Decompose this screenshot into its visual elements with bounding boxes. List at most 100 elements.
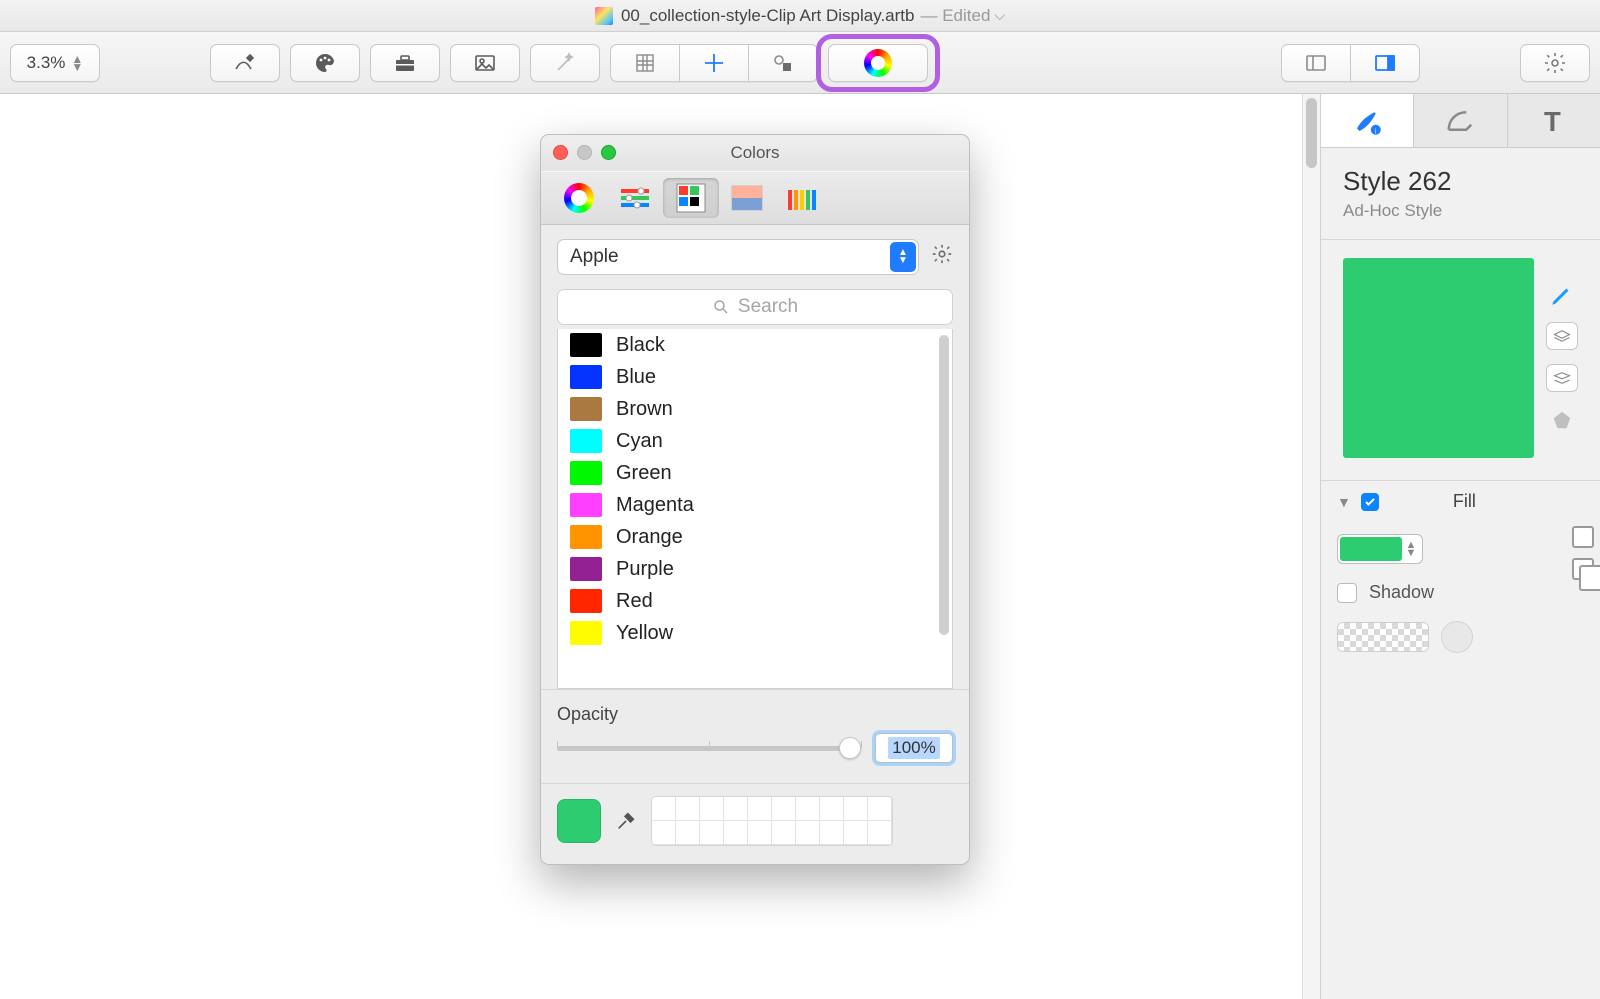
crosshair-button[interactable] (679, 44, 749, 82)
layers-button[interactable] (1546, 322, 1578, 350)
shadow-checkbox[interactable] (1337, 583, 1357, 603)
color-label: Blue (616, 366, 656, 389)
tab-stroke[interactable] (1414, 94, 1507, 147)
stepper-icon[interactable]: ▲▼ (1402, 541, 1420, 557)
image-icon (473, 51, 497, 75)
close-button[interactable] (553, 145, 568, 160)
color-list-item[interactable]: Blue (558, 361, 934, 393)
canvas-area[interactable]: Colors (0, 94, 1302, 999)
fill-color-well[interactable]: ▲▼ (1337, 534, 1423, 564)
pentagon-icon (1551, 409, 1573, 431)
right-panel-toggle[interactable] (1350, 44, 1420, 82)
document-icon (595, 7, 613, 25)
swatch-wells[interactable] (651, 796, 893, 846)
palette-tool-button[interactable] (290, 44, 360, 82)
minimize-button[interactable] (577, 145, 592, 160)
color-list[interactable]: Black Blue BrownCyanGreenMagentaOrangePurp… (557, 329, 953, 689)
document-title: 00_collection-style-Clip Art Display.art… (621, 6, 915, 26)
left-panel-toggle[interactable] (1281, 44, 1351, 82)
scrollbar-thumb[interactable] (939, 335, 949, 635)
svg-text:T: T (1544, 106, 1561, 136)
shape-indicator (1546, 406, 1578, 434)
palette-gear-button[interactable] (931, 243, 953, 271)
color-list-item[interactable]: Black (558, 329, 934, 361)
panel-right-icon (1373, 51, 1397, 75)
settings-button[interactable] (1520, 44, 1590, 82)
multi-object-icon[interactable] (1572, 558, 1594, 580)
color-list-item[interactable]: Orange (558, 521, 934, 553)
zoom-dropdown[interactable]: 3.3% ▲▼ (10, 44, 100, 82)
colors-panel[interactable]: Colors (540, 134, 970, 865)
color-wheel-icon (864, 49, 892, 77)
layers-icon (1553, 329, 1571, 343)
color-list-item[interactable]: Brown (558, 393, 934, 425)
color-tab-wheel[interactable] (551, 178, 607, 218)
stepper-icon: ▲▼ (71, 55, 83, 71)
fill-section-body: ▲▼ Shadow (1321, 522, 1600, 673)
zoom-value: 3.3% (27, 53, 66, 73)
maximize-button[interactable] (601, 145, 616, 160)
grid-icon (633, 51, 657, 75)
opacity-field[interactable]: 100% (875, 733, 953, 763)
color-swatch (570, 461, 602, 485)
tab-text[interactable]: T (1508, 94, 1600, 147)
color-wheel-icon (564, 183, 594, 213)
inspector-tabs: i T (1321, 94, 1600, 148)
color-list-item[interactable]: Magenta (558, 489, 934, 521)
color-tab-pencils[interactable] (775, 178, 831, 218)
color-tab-sliders[interactable] (607, 178, 663, 218)
color-swatch (570, 557, 602, 581)
colors-panel-footer (541, 783, 969, 864)
color-swatch (570, 365, 602, 389)
color-list-item[interactable]: Cyan (558, 425, 934, 457)
palette-select[interactable]: Apple ▲▼ (557, 239, 919, 275)
crosshair-icon (702, 51, 726, 75)
image-tool-button[interactable] (450, 44, 520, 82)
single-object-icon[interactable] (1572, 526, 1594, 548)
color-list-item[interactable]: Green (558, 457, 934, 489)
color-search-field[interactable]: Search (557, 289, 953, 325)
color-swatch (570, 589, 602, 613)
fill-color-swatch (1340, 537, 1402, 561)
magic-wand-button[interactable] (530, 44, 600, 82)
color-label: Red (616, 590, 653, 613)
color-list-item[interactable]: Purple (558, 553, 934, 585)
fill-section-header[interactable]: ▼ Fill (1321, 481, 1600, 522)
color-swatch (570, 493, 602, 517)
image-picker-icon (731, 185, 763, 211)
color-tab-palettes[interactable] (663, 178, 719, 218)
current-color-swatch[interactable] (557, 799, 601, 843)
search-placeholder: Search (738, 296, 798, 318)
workspace: Colors (0, 94, 1600, 999)
canvas-scrollbar[interactable] (1302, 94, 1320, 999)
angle-dial[interactable] (1441, 621, 1473, 653)
duplicate-button[interactable] (1546, 364, 1578, 392)
shapes-button[interactable] (748, 44, 818, 82)
draw-tool-button[interactable] (210, 44, 280, 82)
colors-panel-titlebar[interactable]: Colors (541, 135, 969, 171)
opacity-section: Opacity 100% (541, 689, 969, 783)
opacity-slider[interactable] (557, 737, 861, 759)
gear-icon (1543, 51, 1567, 75)
edit-pencil-button[interactable] (1549, 282, 1575, 308)
grid-button[interactable] (610, 44, 680, 82)
style-preview-row (1321, 240, 1600, 480)
tab-style-info[interactable]: i (1321, 94, 1414, 147)
colors-panel-title: Colors (730, 143, 779, 163)
edited-indicator: — Edited (920, 6, 990, 26)
palette-grid-icon (676, 183, 706, 213)
color-picker-button[interactable] (828, 44, 928, 82)
color-tab-image[interactable] (719, 178, 775, 218)
pencils-icon (786, 184, 820, 212)
slider-knob[interactable] (839, 737, 861, 759)
chevron-down-icon[interactable]: ⌵ (994, 7, 1005, 24)
color-swatch (570, 333, 602, 357)
fill-opacity-well[interactable] (1337, 622, 1429, 652)
window-titlebar: 00_collection-style-Clip Art Display.art… (0, 0, 1600, 32)
stroke-icon (1445, 106, 1475, 136)
toolbox-button[interactable] (370, 44, 440, 82)
color-list-item[interactable]: Yellow (558, 617, 934, 649)
scrollbar-thumb[interactable] (1306, 98, 1317, 168)
eyedropper-button[interactable] (615, 810, 637, 832)
color-list-item[interactable]: Red (558, 585, 934, 617)
